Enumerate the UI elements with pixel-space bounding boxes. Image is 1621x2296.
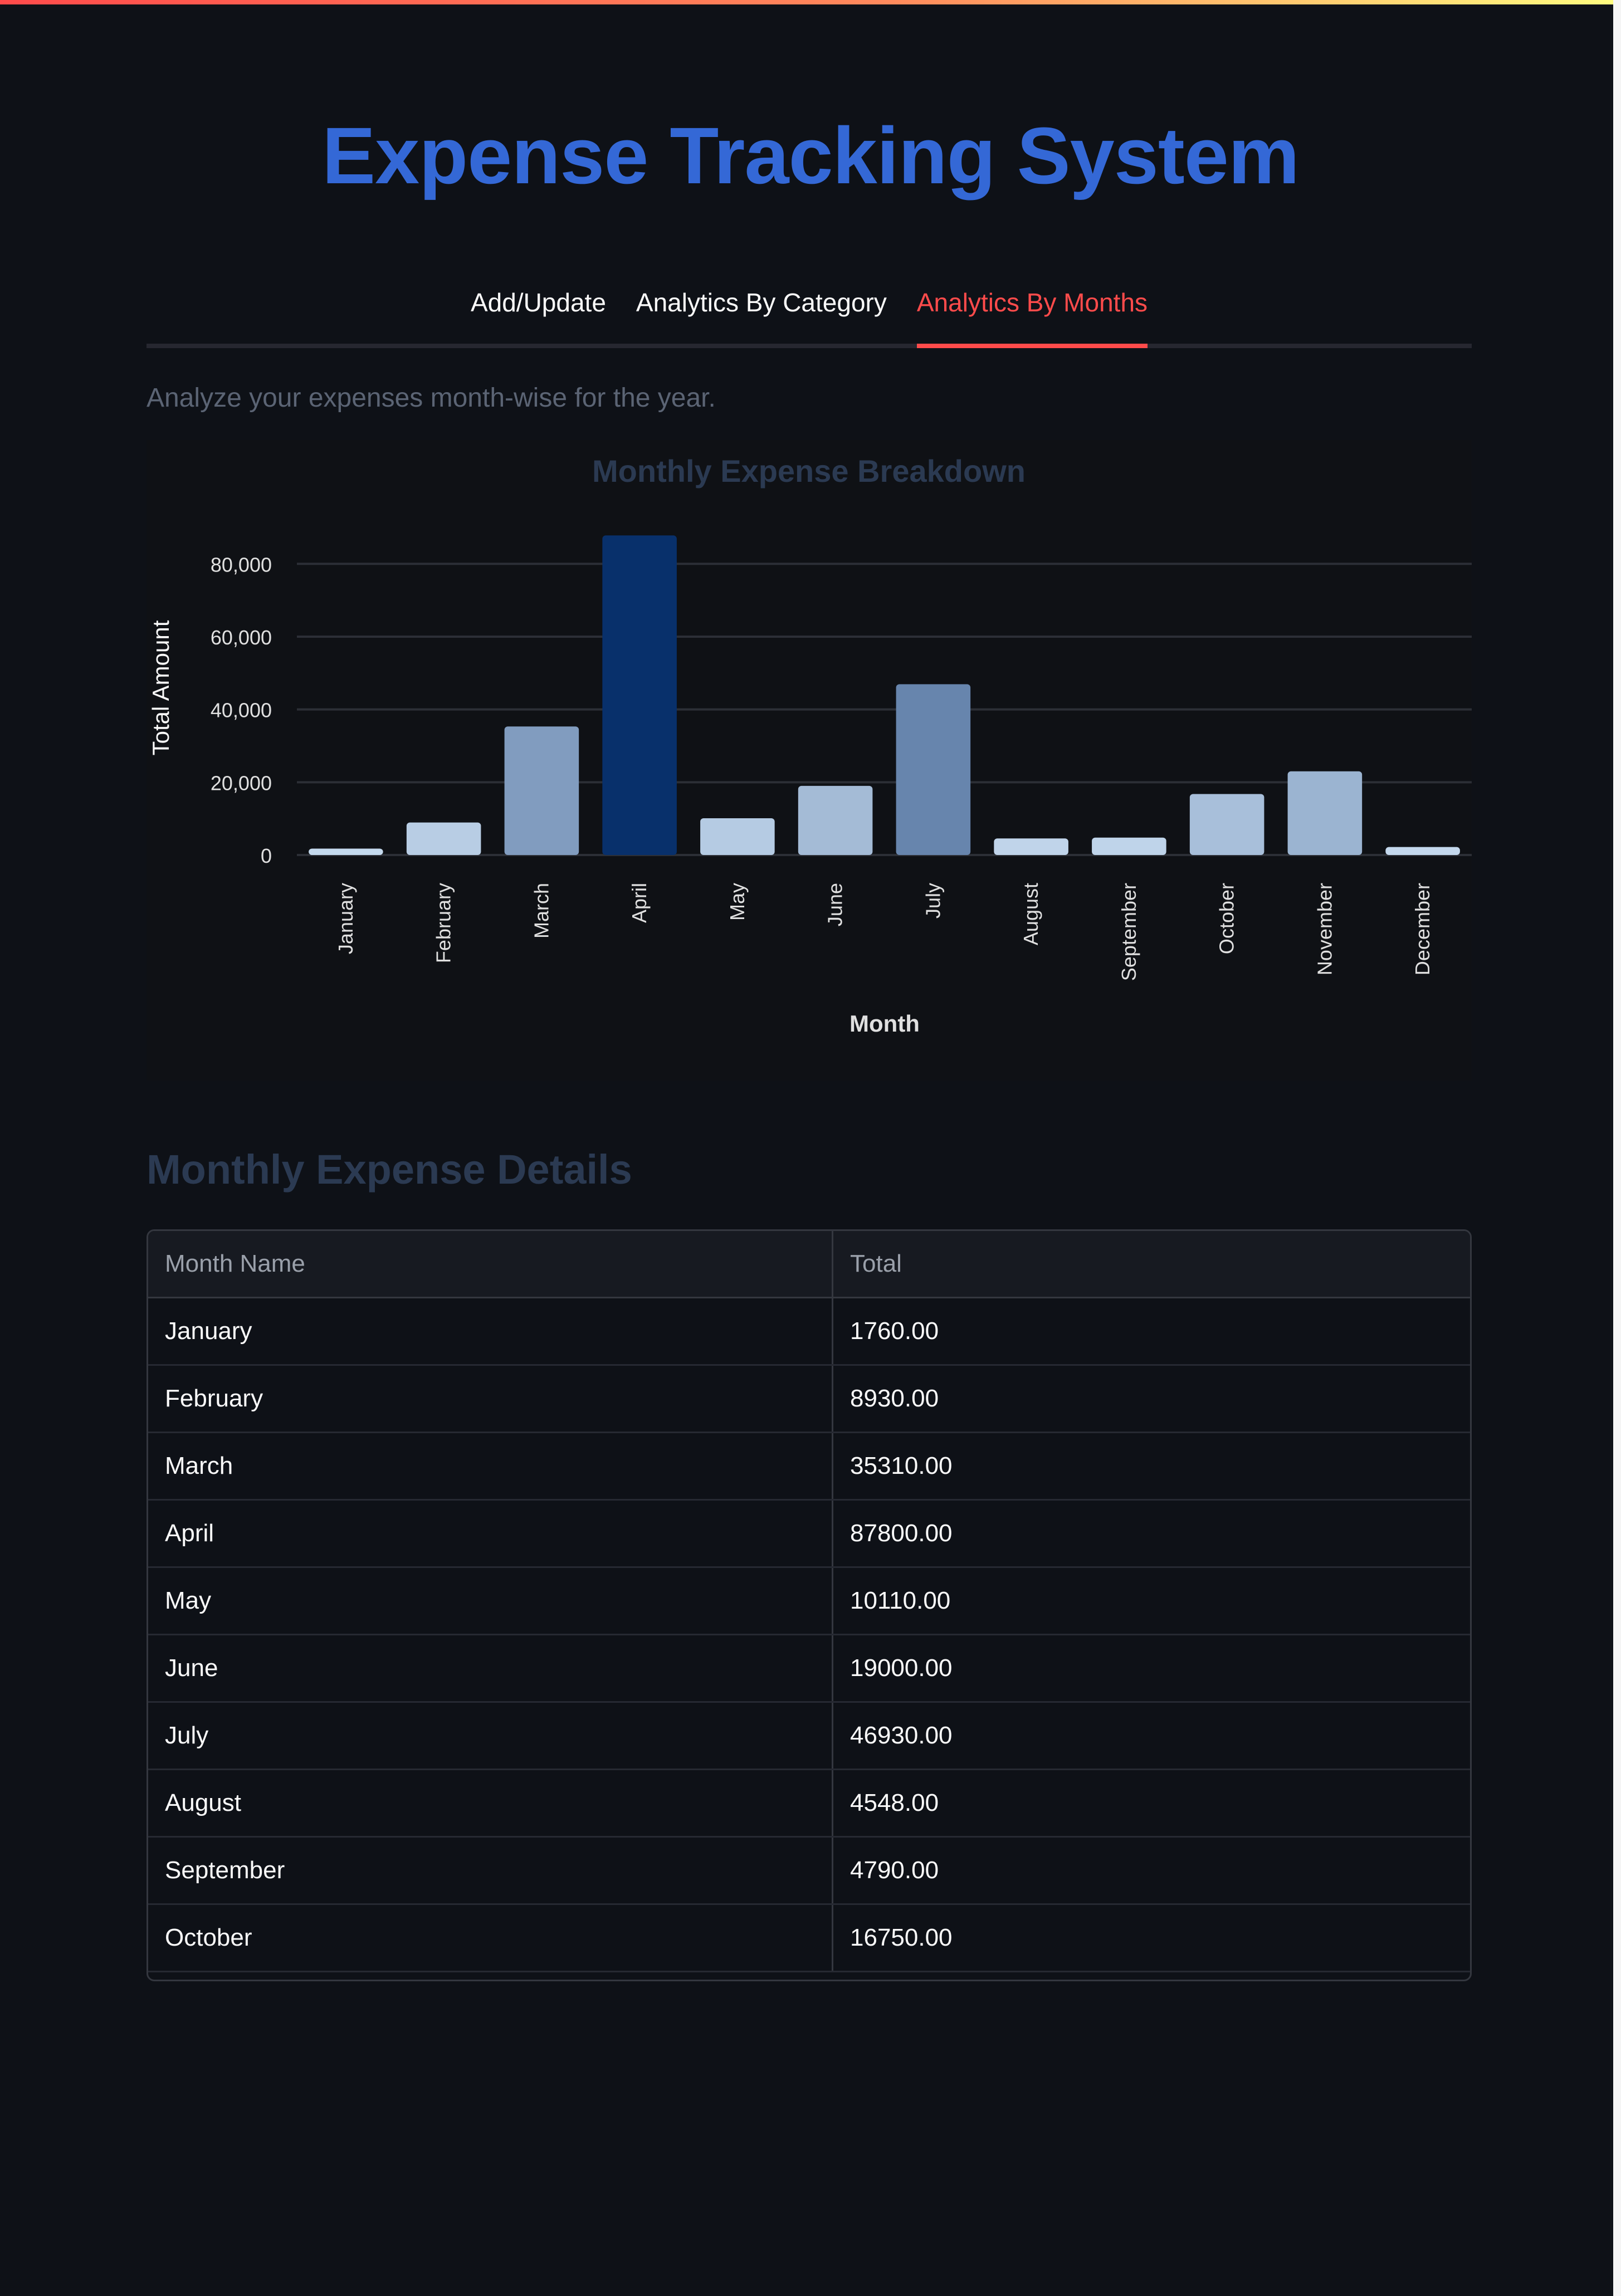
column-header-month-name[interactable]: Month Name: [148, 1231, 833, 1297]
chart-x-tick-label: September: [1117, 883, 1140, 981]
chart-x-tick-label: May: [726, 883, 749, 921]
cell-month-name[interactable]: April: [148, 1501, 833, 1566]
chart-x-tick-label: November: [1313, 883, 1336, 975]
table-row[interactable]: September 4790.00: [148, 1838, 1470, 1905]
monthly-expense-table[interactable]: Month Name Total January 1760.00 February 8…: [147, 1229, 1472, 1981]
chart-x-tick-label: December: [1411, 883, 1434, 975]
cell-month-name[interactable]: January: [148, 1298, 833, 1364]
table-row[interactable]: January 1760.00: [148, 1298, 1470, 1366]
section-title-monthly-details: Monthly Expense Details: [147, 1146, 632, 1193]
chart-bar[interactable]: [994, 838, 1068, 855]
table-row[interactable]: May 10110.00: [148, 1568, 1470, 1635]
cell-total[interactable]: 19000.00: [833, 1635, 1470, 1701]
cell-total[interactable]: 10110.00: [833, 1568, 1470, 1634]
chart-y-tick-label: 80,000: [211, 553, 272, 576]
chart-bar[interactable]: [700, 818, 775, 855]
cell-month-name[interactable]: October: [148, 1905, 833, 1971]
table-row[interactable]: June 19000.00: [148, 1635, 1470, 1703]
chart-bar[interactable]: [602, 535, 677, 855]
scrollbar[interactable]: [1613, 0, 1621, 2296]
chart-y-ticks: 0 20,000 40,000 60,000 80,000: [211, 553, 272, 867]
cell-month-name[interactable]: September: [148, 1838, 833, 1903]
chart-x-tick-label: January: [334, 883, 357, 954]
chart-x-ticks: January February March April May June July Augu…: [334, 883, 1434, 981]
monthly-expense-chart: Monthly Expense Breakdown 0 20,000 40,000 6…: [147, 440, 1472, 1081]
cell-total[interactable]: 46930.00: [833, 1703, 1470, 1769]
cell-total[interactable]: 4790.00: [833, 1838, 1470, 1903]
cell-total[interactable]: 35310.00: [833, 1433, 1470, 1499]
scrollbar-thumb[interactable]: [1613, 0, 1621, 2296]
page-caption: Analyze your expenses month-wise for the…: [147, 383, 716, 413]
table-row[interactable]: April 87800.00: [148, 1501, 1470, 1568]
chart-bar[interactable]: [1287, 771, 1363, 855]
cell-month-name[interactable]: August: [148, 1770, 833, 1836]
chart-bar[interactable]: [309, 848, 383, 856]
table-row[interactable]: August 4548.00: [148, 1770, 1470, 1838]
cell-month-name[interactable]: February: [148, 1366, 833, 1432]
chart-y-tick-label: 60,000: [211, 626, 272, 649]
chart-bar[interactable]: [504, 726, 579, 855]
cell-total[interactable]: 16750.00: [833, 1905, 1470, 1971]
cell-total[interactable]: 87800.00: [833, 1501, 1470, 1566]
chart-bar[interactable]: [896, 684, 971, 855]
cell-total[interactable]: 4548.00: [833, 1770, 1470, 1836]
tab-analytics-by-months[interactable]: Analytics By Months: [916, 281, 1148, 348]
table-row[interactable]: July 46930.00: [148, 1703, 1470, 1770]
chart-x-tick-label: October: [1215, 883, 1238, 954]
chart-x-tick-label: July: [921, 883, 944, 919]
table-body: January 1760.00 February 8930.00 March 35310.…: [148, 1298, 1470, 1972]
table-row[interactable]: February 8930.00: [148, 1366, 1470, 1433]
chart-x-tick-label: March: [530, 883, 553, 939]
chart-y-axis-label: Total Amount: [148, 620, 174, 755]
chart-bar[interactable]: [1092, 837, 1166, 855]
chart-bars: [309, 535, 1460, 855]
page-title: Expense Tracking System: [322, 111, 1300, 201]
cell-month-name[interactable]: June: [148, 1635, 833, 1701]
cell-month-name[interactable]: May: [148, 1568, 833, 1634]
chart-x-tick-label: February: [432, 883, 455, 963]
top-accent-bar: [0, 0, 1621, 4]
column-header-total[interactable]: Total: [833, 1231, 1470, 1297]
cell-month-name[interactable]: July: [148, 1703, 833, 1769]
chart-x-axis-label: Month: [849, 1010, 920, 1037]
tab-add-update[interactable]: Add/Update: [471, 281, 606, 344]
cell-total[interactable]: 8930.00: [833, 1366, 1470, 1432]
chart-bar[interactable]: [1189, 794, 1264, 855]
chart-x-tick-label: April: [628, 883, 651, 923]
cell-total[interactable]: 1760.00: [833, 1298, 1470, 1364]
table-row[interactable]: March 35310.00: [148, 1433, 1470, 1501]
table-header: Month Name Total: [148, 1231, 1470, 1298]
chart-y-tick-label: 20,000: [211, 771, 272, 794]
chart-x-tick-label: August: [1019, 883, 1042, 945]
chart-bar[interactable]: [1385, 847, 1460, 855]
chart-x-tick-label: June: [824, 883, 847, 926]
chart-title: Monthly Expense Breakdown: [592, 453, 1026, 488]
tab-bar: Add/Update Analytics By Category Analyti…: [147, 281, 1472, 348]
chart-bar[interactable]: [798, 785, 873, 855]
chart-y-tick-label: 40,000: [211, 699, 272, 722]
chart-svg: Monthly Expense Breakdown 0 20,000 40,000 6…: [148, 453, 1472, 1037]
cell-month-name[interactable]: March: [148, 1433, 833, 1499]
chart-y-tick-label: 0: [261, 844, 272, 867]
tab-analytics-by-category[interactable]: Analytics By Category: [636, 281, 887, 344]
chart-bar[interactable]: [406, 822, 481, 855]
table-row[interactable]: October 16750.00: [148, 1905, 1470, 1972]
